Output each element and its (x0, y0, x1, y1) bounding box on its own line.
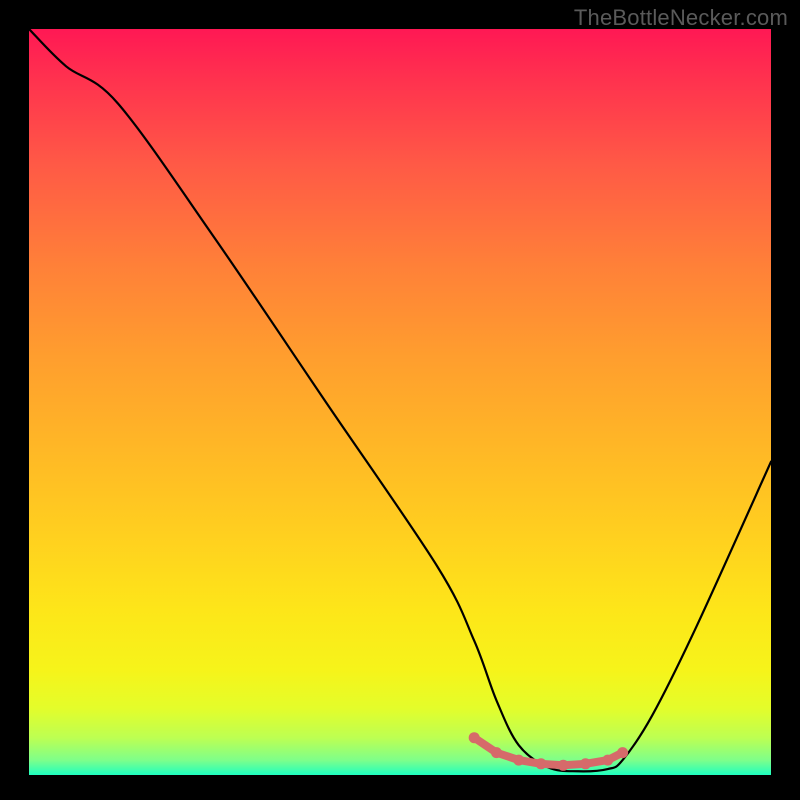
marker-dot (617, 747, 628, 758)
watermark-text: TheBottleNecker.com (574, 5, 788, 31)
chart-svg (29, 29, 771, 775)
bottleneck-curve-path (29, 29, 771, 771)
chart-container: TheBottleNecker.com (0, 0, 800, 800)
marker-dot (535, 758, 546, 769)
marker-dot (491, 747, 502, 758)
marker-group (469, 732, 628, 771)
marker-dot (469, 732, 480, 743)
marker-dot (513, 755, 524, 766)
marker-dot (558, 760, 569, 771)
plot-area (29, 29, 771, 775)
marker-dot (580, 758, 591, 769)
marker-dot (602, 755, 613, 766)
